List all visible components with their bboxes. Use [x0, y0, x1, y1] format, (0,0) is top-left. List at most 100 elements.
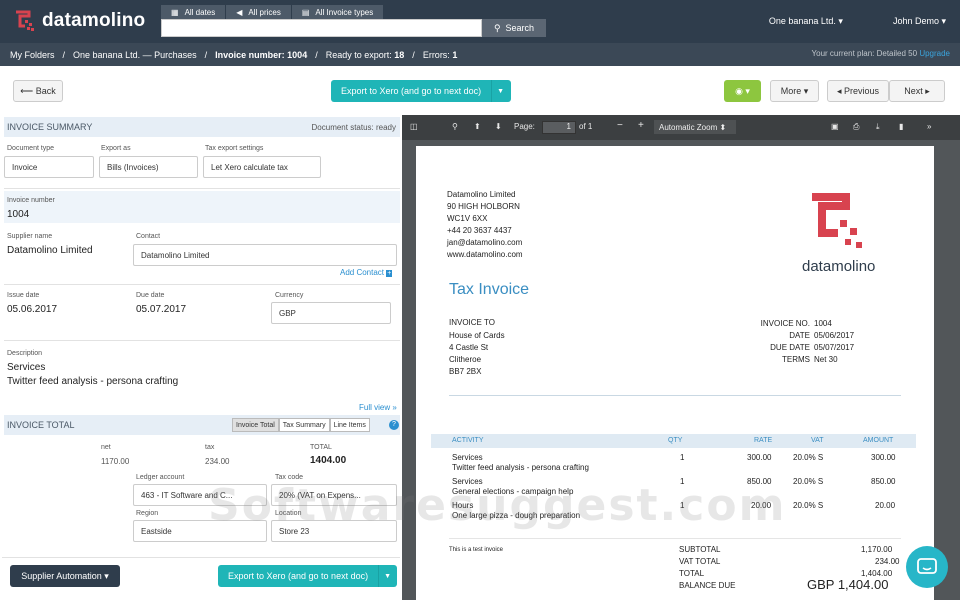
- open-file-icon[interactable]: ▣: [831, 122, 839, 131]
- location-select[interactable]: Store 23: [271, 520, 397, 542]
- region-label: Region: [136, 510, 159, 517]
- chat-widget-button[interactable]: [906, 546, 948, 588]
- row-description: General elections - campaign help: [452, 487, 574, 496]
- page-number-input[interactable]: 1: [542, 121, 576, 134]
- full-view-link[interactable]: Full view »: [359, 403, 397, 412]
- currency-label: Currency: [275, 292, 304, 299]
- tab-tax-summary[interactable]: Tax Summary: [278, 418, 330, 432]
- caret-down-icon[interactable]: ▼: [491, 80, 509, 102]
- previous-button[interactable]: ◂ Previous: [827, 80, 889, 102]
- sidebar-toggle-icon[interactable]: ◫: [410, 122, 418, 131]
- invoice-no-label: INVOICE NO.: [760, 319, 810, 328]
- vat-total-label: VAT TOTAL: [679, 557, 721, 566]
- invoice-summary-header: INVOICE SUMMARY Document status: ready: [4, 117, 400, 137]
- breadcrumb: My Folders / One banana Ltd. — Purchases…: [0, 43, 960, 66]
- upgrade-link[interactable]: Upgrade: [919, 49, 950, 58]
- bookmark-icon[interactable]: ▮: [899, 122, 903, 131]
- user-menu[interactable]: John Demo ▾: [868, 16, 946, 27]
- zoom-select[interactable]: Automatic Zoom ⬍: [654, 120, 736, 134]
- subtotal-label: SUBTOTAL: [679, 545, 721, 554]
- arrow-left-icon: ⟵: [20, 85, 34, 96]
- pdf-page: Datamolino Limited 90 HIGH HOLBORN WC1V …: [416, 146, 934, 606]
- preview-toggle-button[interactable]: ◉ ▾: [724, 80, 761, 102]
- invoice-no-value: 1004: [814, 319, 832, 328]
- tax-settings-label: Tax export settings: [205, 145, 264, 152]
- date-label: DATE: [789, 331, 810, 340]
- breadcrumb-company[interactable]: One banana Ltd. — Purchases: [73, 50, 197, 60]
- ledger-account-value: 463 - IT Software and C...: [141, 490, 233, 500]
- company-switcher[interactable]: One banana Ltd. ▾: [744, 16, 843, 27]
- net-value[interactable]: 1170.00: [101, 457, 129, 466]
- filter-dates-label: All dates: [184, 7, 216, 17]
- region-select[interactable]: Eastside: [133, 520, 267, 542]
- issue-date-label: Issue date: [7, 292, 40, 299]
- chevron-right-icon: ▸: [925, 85, 930, 96]
- plus-square-icon: +: [386, 270, 393, 277]
- arrow-down-icon[interactable]: ⬇: [495, 122, 502, 131]
- due-date-label: Due date: [136, 292, 165, 299]
- currency-select[interactable]: GBP: [271, 302, 391, 324]
- export-as-select[interactable]: Bills (Invoices): [99, 156, 198, 178]
- search-icon[interactable]: ⚲: [452, 122, 458, 131]
- tools-chevron-icon[interactable]: »: [927, 122, 931, 131]
- document-icon: ▤: [301, 7, 310, 17]
- filter-types-button[interactable]: ▤ All Invoice types: [291, 5, 385, 19]
- caret-down-icon[interactable]: ▼: [378, 565, 396, 587]
- invoice-to-label: INVOICE TO: [449, 318, 495, 327]
- row-amount: 300.00: [871, 453, 896, 462]
- sender-website: www.datamolino.com: [447, 250, 523, 259]
- breadcrumb-my-folders[interactable]: My Folders: [10, 50, 55, 60]
- zoom-in-icon[interactable]: +: [638, 120, 644, 131]
- description-line-2[interactable]: Twitter feed analysis - persona crafting: [7, 376, 178, 387]
- next-button[interactable]: Next ▸: [889, 80, 945, 102]
- row-vat: 20.0% S: [793, 453, 824, 462]
- back-button[interactable]: ⟵ Back: [13, 80, 63, 102]
- supplier-value[interactable]: Datamolino Limited: [7, 245, 93, 256]
- col-amount: AMOUNT: [863, 437, 894, 444]
- document-status: Document status: ready: [311, 122, 396, 132]
- arrow-up-icon[interactable]: ⬆: [474, 122, 481, 131]
- export-xero-top-button[interactable]: Export to Xero (and go to next doc) ▼: [331, 80, 511, 102]
- filter-prices-button[interactable]: ◀ All prices: [226, 5, 292, 19]
- supplier-automation-button[interactable]: Supplier Automation ▾: [10, 565, 120, 587]
- ledger-account-label: Ledger account: [136, 474, 185, 481]
- search-input[interactable]: [161, 19, 482, 37]
- tax-settings-select[interactable]: Let Xero calculate tax: [203, 156, 321, 178]
- description-line-1[interactable]: Services: [7, 362, 45, 373]
- tax-settings-value: Let Xero calculate tax: [211, 162, 288, 172]
- zoom-out-icon[interactable]: −: [617, 120, 623, 131]
- due-date-value[interactable]: 05.07.2017: [136, 304, 186, 315]
- tab-line-items[interactable]: Line Items: [329, 418, 370, 432]
- add-contact-link[interactable]: Add Contact +: [340, 268, 393, 277]
- tax-value[interactable]: 234.00: [205, 457, 229, 466]
- ledger-account-select[interactable]: 463 - IT Software and C...: [133, 484, 267, 506]
- search-icon: ⚲: [493, 22, 501, 33]
- download-icon[interactable]: ⤓: [876, 122, 880, 132]
- tax-code-select[interactable]: 20% (VAT on Expens...: [271, 484, 397, 506]
- tax-code-label: Tax code: [275, 474, 304, 481]
- balance-due-label: BALANCE DUE: [679, 581, 736, 590]
- brand-name: datamolino: [42, 10, 146, 31]
- total-value[interactable]: 1404.00: [310, 455, 346, 466]
- print-icon[interactable]: ⎙: [853, 122, 859, 132]
- issue-date-value[interactable]: 05.06.2017: [7, 304, 57, 315]
- calendar-icon: ▦: [171, 7, 179, 17]
- filter-dates-button[interactable]: ▦ All dates: [161, 5, 227, 19]
- row-amount: 850.00: [871, 477, 896, 486]
- supplier-automation-label: Supplier Automation: [21, 571, 102, 581]
- col-rate: RATE: [754, 437, 773, 444]
- vat-total-value: 234.00: [875, 557, 900, 566]
- errors-label: Errors:: [422, 49, 450, 60]
- more-button[interactable]: More ▾: [770, 80, 819, 102]
- doc-type-select[interactable]: Invoice: [4, 156, 94, 178]
- tab-invoice-total[interactable]: Invoice Total: [232, 418, 279, 432]
- help-icon[interactable]: ?: [389, 420, 399, 430]
- export-xero-bottom-button[interactable]: Export to Xero (and go to next doc) ▼: [218, 565, 397, 587]
- top-navbar: datamolino ▦ All dates ◀ All prices ▤ All I…: [0, 0, 960, 43]
- search-button[interactable]: ⚲ Search: [482, 19, 546, 37]
- filter-types-label: All Invoice types: [315, 7, 374, 17]
- contact-field[interactable]: Datamolino Limited: [133, 244, 397, 266]
- brand-logo[interactable]: datamolino: [12, 9, 145, 33]
- doc-logo-text: datamolino: [802, 258, 876, 275]
- invoice-number-field[interactable]: [4, 191, 400, 223]
